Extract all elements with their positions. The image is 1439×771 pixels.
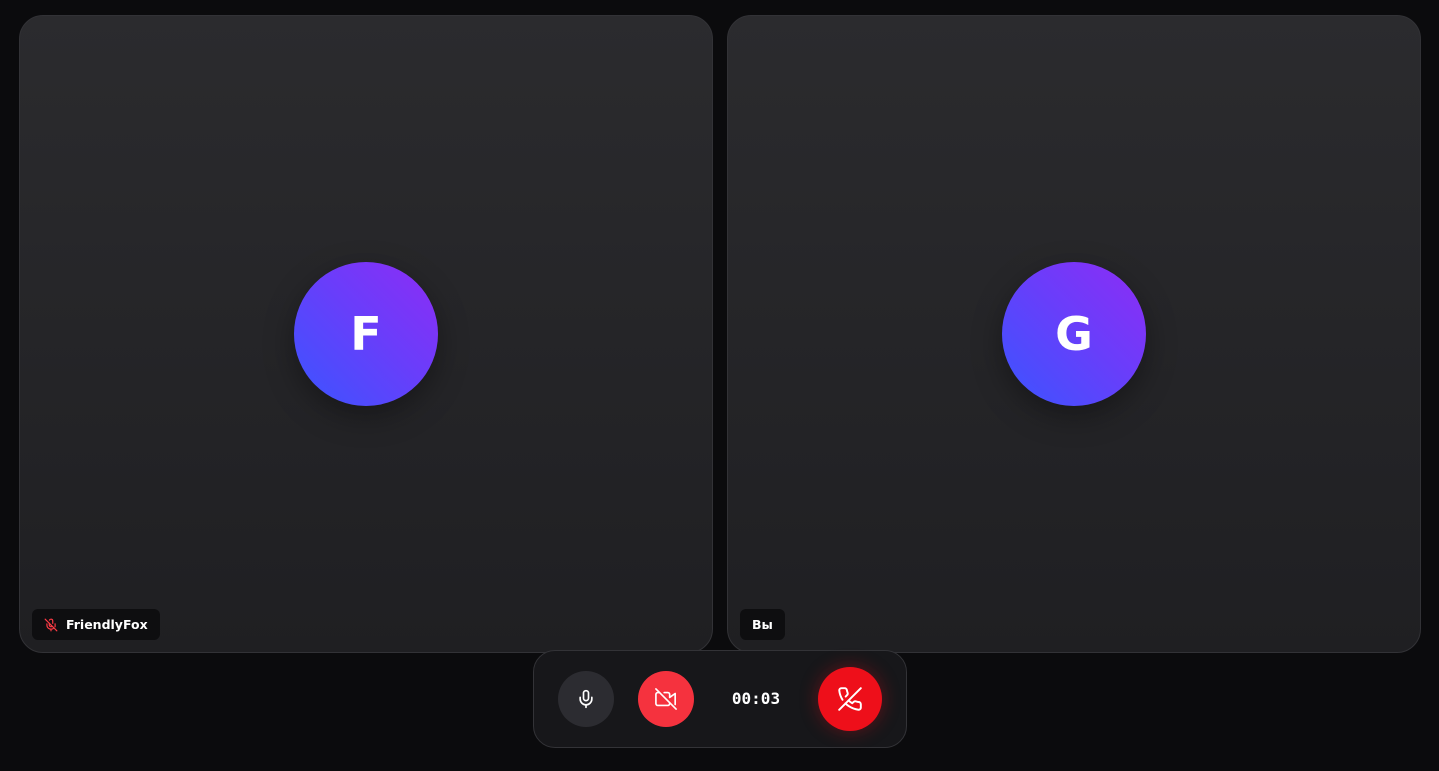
call-timer: 00:03	[731, 689, 781, 708]
participant-name: FriendlyFox	[66, 617, 148, 632]
avatar: G	[1002, 262, 1146, 406]
video-off-icon	[655, 688, 677, 710]
participant-name-tag: Вы	[740, 609, 785, 640]
participant-tile-remote: F FriendlyFox	[19, 15, 713, 653]
mic-toggle-button[interactable]	[558, 671, 614, 727]
mic-off-icon	[44, 618, 58, 632]
mic-icon	[576, 689, 596, 709]
participant-tile-self: G Вы	[727, 15, 1421, 653]
call-controls-bar: 00:03	[533, 650, 907, 748]
camera-toggle-button[interactable]	[638, 671, 694, 727]
phone-off-icon	[837, 686, 863, 712]
avatar-initial: F	[350, 307, 382, 361]
end-call-button[interactable]	[818, 667, 882, 731]
participant-name-tag: FriendlyFox	[32, 609, 160, 640]
call-screen: F FriendlyFox G Вы 00:03	[0, 0, 1439, 771]
avatar: F	[294, 262, 438, 406]
participant-name: Вы	[752, 617, 773, 632]
avatar-initial: G	[1055, 307, 1093, 361]
